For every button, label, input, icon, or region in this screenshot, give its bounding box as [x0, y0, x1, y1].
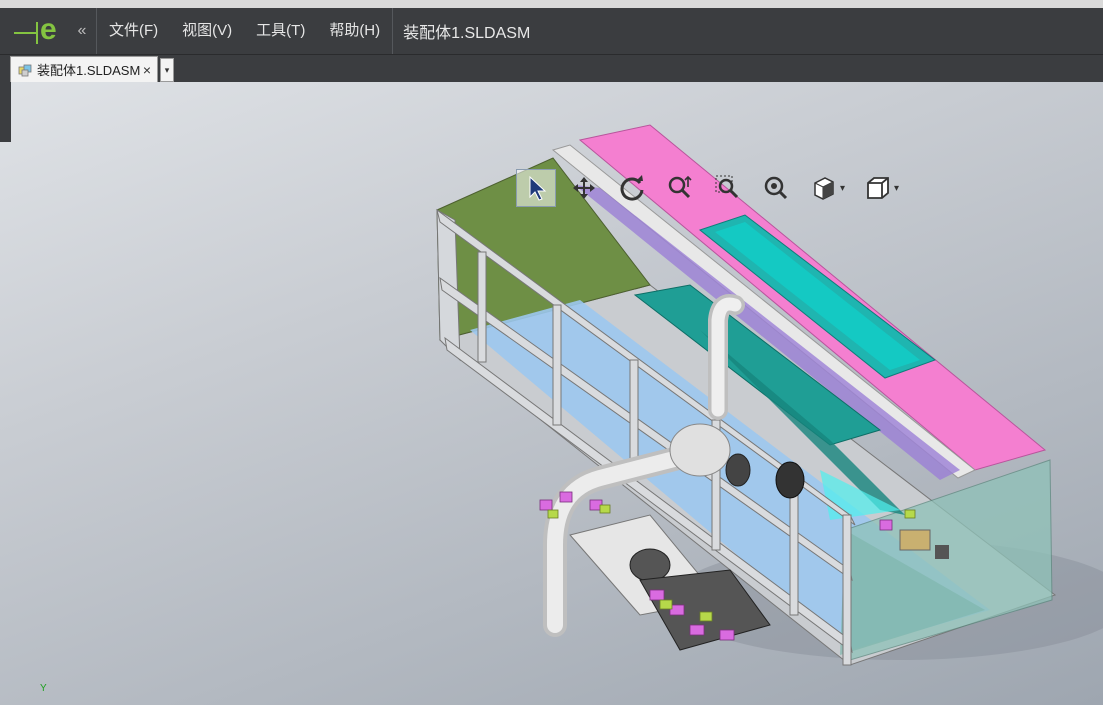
- axis-triad: Y: [40, 683, 47, 694]
- assembly-icon: [18, 64, 32, 76]
- y-axis-label: Y: [40, 683, 47, 694]
- collapse-icon[interactable]: «: [74, 22, 90, 40]
- display-style-icon[interactable]: [804, 169, 844, 207]
- menu-view[interactable]: 视图(V): [170, 8, 244, 54]
- rotate-icon[interactable]: [612, 169, 652, 207]
- menu-bar: 文件(F) 视图(V) 工具(T) 帮助(H): [97, 8, 392, 54]
- close-icon[interactable]: ×: [143, 62, 151, 78]
- graphics-viewport[interactable]: ▾ ▾: [0, 82, 1103, 705]
- chevron-down-icon[interactable]: ▾: [894, 183, 904, 194]
- menu-help[interactable]: 帮助(H): [317, 8, 392, 54]
- app-logo: e: [0, 8, 74, 54]
- background-window-sliver: [0, 0, 1103, 8]
- tab-document[interactable]: 装配体1.SLDASM ×: [10, 56, 158, 82]
- view-toolbar: ▾ ▾: [516, 168, 912, 208]
- zoom-fit-icon[interactable]: [756, 169, 796, 207]
- app-header: e « 文件(F) 视图(V) 工具(T) 帮助(H) 装配体1.SLDASM: [0, 8, 1103, 55]
- zoom-area-icon[interactable]: [708, 169, 748, 207]
- left-panel-edge: [0, 82, 11, 142]
- tab-list-dropdown[interactable]: ▾: [160, 58, 174, 82]
- menu-file[interactable]: 文件(F): [97, 8, 170, 54]
- zoom-icon[interactable]: [660, 169, 700, 207]
- tab-bar: 装配体1.SLDASM × ▾: [0, 55, 1103, 82]
- chevron-down-icon[interactable]: ▾: [840, 183, 850, 194]
- select-arrow-icon[interactable]: [516, 169, 556, 207]
- menu-tools[interactable]: 工具(T): [244, 8, 317, 54]
- document-title: 装配体1.SLDASM: [403, 25, 531, 42]
- view-orientation-icon[interactable]: [858, 169, 898, 207]
- tab-label: 装配体1.SLDASM: [37, 63, 141, 78]
- pan-icon[interactable]: [564, 169, 604, 207]
